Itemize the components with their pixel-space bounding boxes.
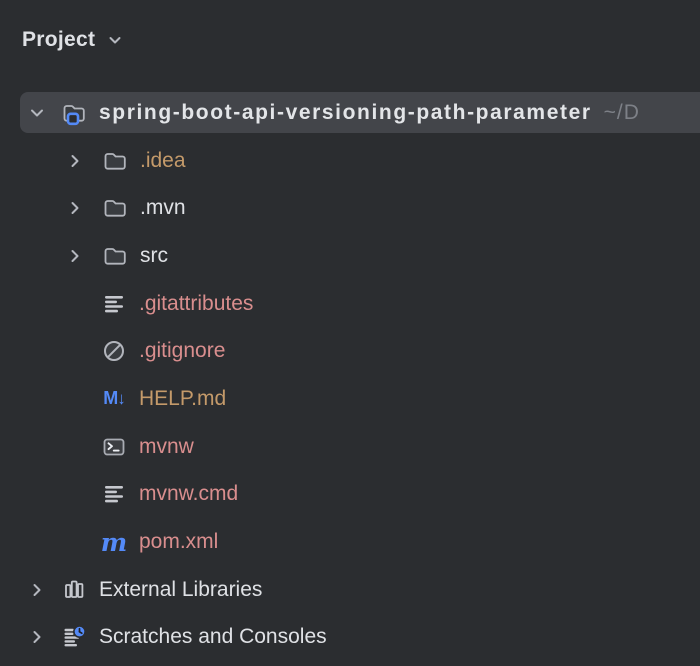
chevron-right-icon[interactable] (64, 197, 86, 219)
project-root-name: spring-boot-api-versioning-path-paramete… (99, 101, 592, 125)
tree-item-label: .mvn (140, 196, 186, 220)
project-tree: spring-boot-api-versioning-path-paramete… (0, 89, 700, 661)
tree-item-label: .gitattributes (139, 292, 253, 316)
terminal-file-icon (100, 433, 128, 461)
folder-icon (101, 242, 129, 270)
tree-item-label: External Libraries (99, 578, 262, 602)
project-panel-header: Project (0, 0, 700, 80)
tree-row-src-folder[interactable]: src (0, 232, 700, 280)
tree-row-idea-folder[interactable]: .idea (0, 137, 700, 185)
chevron-right-icon[interactable] (64, 245, 86, 267)
tree-row-scratches-consoles[interactable]: Scratches and Consoles (0, 614, 700, 662)
text-file-icon (100, 290, 128, 318)
tree-row-pom-xml[interactable]: m pom.xml (0, 518, 700, 566)
tree-item-label: mvnw.cmd (139, 482, 238, 506)
chevron-down-icon[interactable] (26, 102, 48, 124)
project-tool-window: Project spring-boot-api-versioning-path-… (0, 0, 700, 666)
tree-row-mvn-folder[interactable]: .mvn (0, 184, 700, 232)
markdown-file-icon: M↓ (100, 385, 128, 413)
ignore-file-icon (100, 337, 128, 365)
tree-item-label: src (140, 244, 168, 268)
tree-item-label: .gitignore (139, 339, 225, 363)
chevron-right-icon[interactable] (64, 150, 86, 172)
library-icon (60, 576, 88, 604)
project-view-title[interactable]: Project (22, 28, 95, 52)
tree-row-gitattributes[interactable]: .gitattributes (0, 280, 700, 328)
tree-row-mvnw-cmd[interactable]: mvnw.cmd (0, 471, 700, 519)
chevron-right-icon[interactable] (26, 626, 48, 648)
tree-row-project-root[interactable]: spring-boot-api-versioning-path-paramete… (0, 89, 700, 137)
tree-item-label: Scratches and Consoles (99, 625, 327, 649)
tree-item-label: mvnw (139, 435, 194, 459)
project-root-path: ~/D (604, 101, 640, 125)
text-file-icon (100, 480, 128, 508)
folder-icon (101, 194, 129, 222)
scratches-icon (60, 623, 88, 651)
folder-icon (101, 147, 129, 175)
chevron-down-icon[interactable] (105, 30, 125, 50)
tree-row-gitignore[interactable]: .gitignore (0, 327, 700, 375)
maven-file-icon: m (100, 528, 128, 556)
tree-row-mvnw[interactable]: mvnw (0, 423, 700, 471)
tree-item-label: pom.xml (139, 530, 218, 554)
tree-item-label: HELP.md (139, 387, 226, 411)
tree-row-help-md[interactable]: M↓ HELP.md (0, 375, 700, 423)
tree-row-external-libraries[interactable]: External Libraries (0, 566, 700, 614)
tree-item-label: .idea (140, 149, 186, 173)
chevron-right-icon[interactable] (26, 579, 48, 601)
project-folder-icon (60, 99, 88, 127)
